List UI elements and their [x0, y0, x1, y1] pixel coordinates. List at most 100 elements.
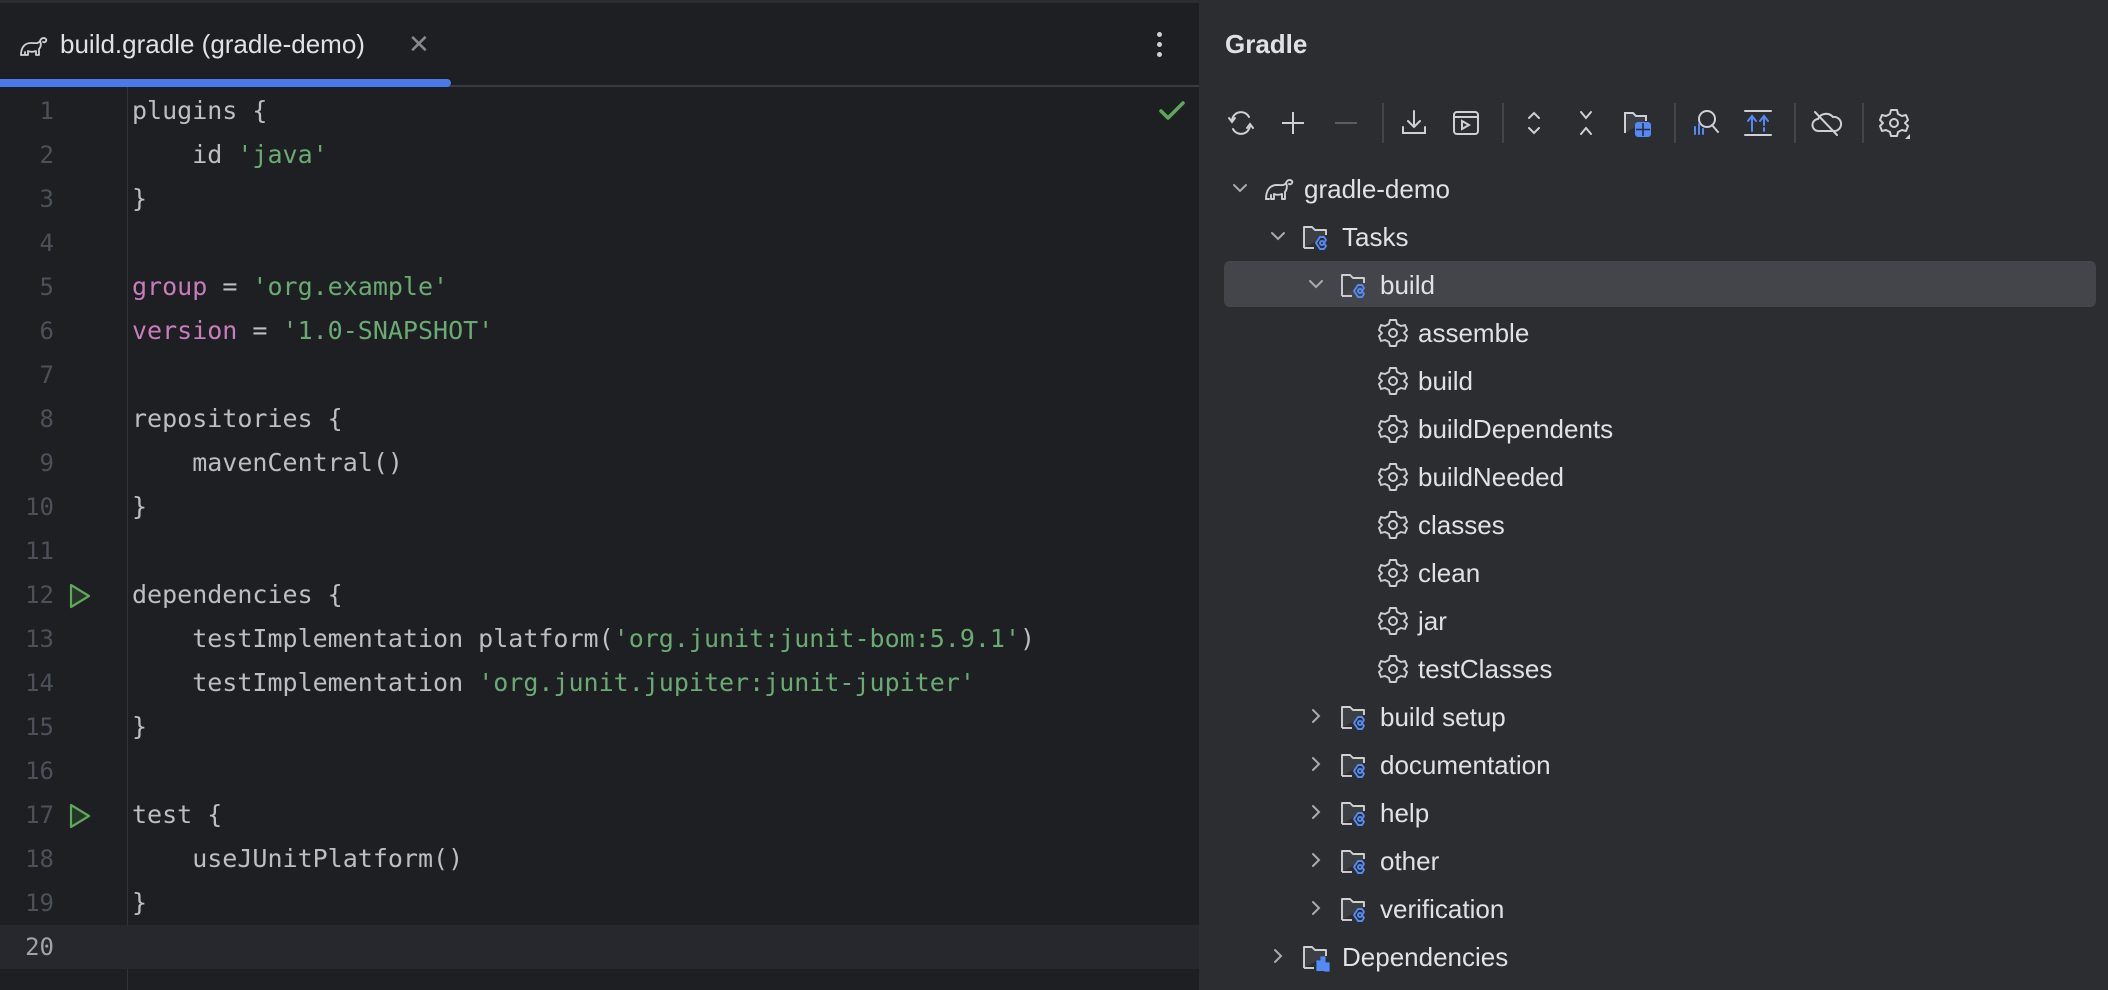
- line-number: 11: [25, 537, 54, 565]
- expand-all-button[interactable]: [1516, 105, 1552, 141]
- toolbar-separator: [1502, 103, 1504, 143]
- tree-node[interactable]: assemble: [1199, 309, 2108, 357]
- code-line[interactable]: 4: [0, 221, 1199, 265]
- chevron-right-icon[interactable]: [1305, 801, 1327, 823]
- run-gutter-icon[interactable]: [68, 803, 92, 829]
- tree-node-label: clean: [1418, 558, 1481, 588]
- chevron-down-icon[interactable]: [1229, 177, 1251, 199]
- code-line[interactable]: 14 testImplementation 'org.junit.jupiter…: [0, 661, 1199, 705]
- code-line[interactable]: 2 id 'java': [0, 133, 1199, 177]
- tree-node-label: verification: [1380, 894, 1505, 924]
- chevron-right-icon[interactable]: [1305, 897, 1327, 919]
- plus-icon: [1276, 106, 1310, 140]
- chevron-right-icon[interactable]: [1267, 945, 1289, 967]
- execute-gradle-task-button[interactable]: [1448, 105, 1484, 141]
- tree-node-label: build: [1418, 366, 1473, 396]
- line-number: 9: [39, 449, 54, 477]
- toolbar-separator: [1862, 103, 1864, 143]
- code-line[interactable]: 3}: [0, 177, 1199, 221]
- tree-node[interactable]: documentation: [1199, 741, 2108, 789]
- toolbar-separator: [1382, 103, 1384, 143]
- code-text: test {: [132, 793, 222, 837]
- tree-node[interactable]: Tasks: [1199, 213, 2108, 261]
- code-text: }: [132, 485, 147, 529]
- code-line[interactable]: 5 group = 'org.example': [0, 265, 1199, 309]
- code-line[interactable]: 19}: [0, 881, 1199, 925]
- tree-node[interactable]: verification: [1199, 885, 2108, 933]
- run-gutter-icon[interactable]: [68, 583, 92, 609]
- tree-node[interactable]: buildDependents: [1199, 405, 2108, 453]
- code-token: mavenCentral(): [132, 448, 403, 477]
- build-tool-settings-button[interactable]: [1876, 105, 1912, 141]
- code-token: testImplementation platform(: [132, 624, 614, 653]
- editor-tab-build-gradle[interactable]: build.gradle (gradle-demo) ✕: [0, 3, 451, 87]
- chevron-right-icon[interactable]: [1305, 705, 1327, 727]
- code-text: testImplementation 'org.junit.jupiter:ju…: [132, 661, 975, 705]
- tree-node[interactable]: buildNeeded: [1199, 453, 2108, 501]
- code-line[interactable]: 7: [0, 353, 1199, 397]
- gradle-project-tree: gradle-demo Tasks build assemble build buildD…: [1199, 165, 2108, 981]
- chevron-right-icon[interactable]: [1305, 753, 1327, 775]
- tree-node-label: assemble: [1418, 318, 1530, 348]
- code-line[interactable]: 9 mavenCentral(): [0, 441, 1199, 485]
- string-literal: '1.0-SNAPSHOT': [282, 316, 494, 345]
- tree-node[interactable]: gradle-demo: [1199, 165, 2108, 213]
- toggle-offline-mode-button[interactable]: [1808, 105, 1844, 141]
- tree-node[interactable]: Dependencies: [1199, 933, 2108, 981]
- tree-node[interactable]: jar: [1199, 597, 2108, 645]
- code-line[interactable]: 17 test {: [0, 793, 1199, 837]
- tree-node-label: gradle-demo: [1304, 174, 1450, 204]
- line-number: 8: [39, 405, 54, 433]
- code-area[interactable]: 1 plugins {2 id 'java' 3} 4 5 group = 'org.ex…: [0, 89, 1199, 969]
- tree-node[interactable]: testClasses: [1199, 645, 2108, 693]
- more-vertical-icon[interactable]: [1150, 29, 1168, 63]
- code-line[interactable]: 6 version = '1.0-SNAPSHOT': [0, 309, 1199, 353]
- tree-node[interactable]: classes: [1199, 501, 2108, 549]
- close-icon[interactable]: ✕: [408, 29, 430, 60]
- tree-node[interactable]: help: [1199, 789, 2108, 837]
- code-line[interactable]: 1 plugins {: [0, 89, 1199, 133]
- chevron-down-icon[interactable]: [1267, 225, 1289, 247]
- tree-node[interactable]: build setup: [1199, 693, 2108, 741]
- editor-panel: build.gradle (gradle-demo) ✕ 1 plugins {2…: [0, 3, 1199, 990]
- link-gradle-project-button[interactable]: [1275, 105, 1311, 141]
- line-number: 19: [25, 889, 54, 917]
- code-line[interactable]: 16: [0, 749, 1199, 793]
- code-token: }: [132, 888, 148, 917]
- gradle-toolbar: [1199, 99, 2108, 147]
- code-line[interactable]: 10}: [0, 485, 1199, 529]
- collapse-all-button[interactable]: [1568, 105, 1604, 141]
- tree-node[interactable]: other: [1199, 837, 2108, 885]
- reload-all-gradle-projects-button[interactable]: [1223, 105, 1259, 141]
- group-modules-button[interactable]: [1620, 105, 1656, 141]
- code-token: plugins {: [132, 96, 268, 125]
- code-line[interactable]: 18 useJUnitPlatform(): [0, 837, 1199, 881]
- code-line[interactable]: 20: [0, 925, 1199, 969]
- line-number: 14: [25, 669, 54, 697]
- code-text: id 'java': [132, 133, 327, 177]
- tree-node-label: build setup: [1380, 702, 1506, 732]
- editor-tab-bar: build.gradle (gradle-demo) ✕: [0, 3, 1199, 87]
- code-text: }: [132, 177, 147, 221]
- chevron-down-icon[interactable]: [1305, 273, 1327, 295]
- tree-node-label: Tasks: [1342, 222, 1409, 252]
- tree-node-label: buildDependents: [1418, 414, 1614, 444]
- code-text: testImplementation platform('org.junit:j…: [132, 617, 1035, 661]
- sync-icon: [1224, 106, 1258, 140]
- code-line[interactable]: 11: [0, 529, 1199, 573]
- tree-node[interactable]: build: [1199, 261, 2108, 309]
- code-line[interactable]: 15}: [0, 705, 1199, 749]
- code-line[interactable]: 12 dependencies {: [0, 573, 1199, 617]
- chevron-right-icon[interactable]: [1305, 849, 1327, 871]
- code-line[interactable]: 8 repositories {: [0, 397, 1199, 441]
- analyze-dependencies-button[interactable]: [1688, 105, 1724, 141]
- collapse-all-icon: [1569, 106, 1603, 140]
- gear-icon: [1377, 605, 1409, 637]
- code-token: test {: [132, 800, 223, 829]
- show-dependencies-upward-button[interactable]: [1740, 105, 1776, 141]
- download-sources-button[interactable]: [1396, 105, 1432, 141]
- download-icon: [1397, 106, 1431, 140]
- code-line[interactable]: 13 testImplementation platform('org.juni…: [0, 617, 1199, 661]
- tree-node[interactable]: clean: [1199, 549, 2108, 597]
- tree-node[interactable]: build: [1199, 357, 2108, 405]
